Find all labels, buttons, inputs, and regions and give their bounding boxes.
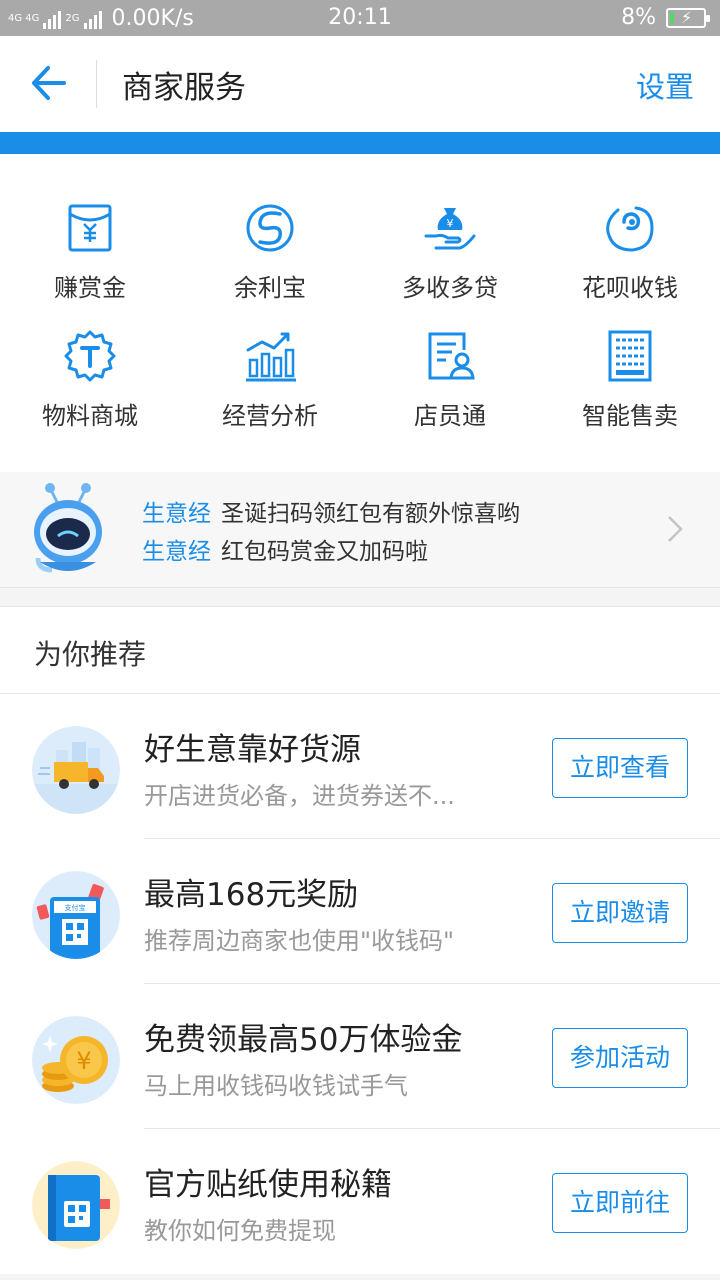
recommend-title: 为你推荐: [34, 638, 147, 671]
join-activity-button[interactable]: 参加活动: [552, 1028, 688, 1088]
item-title: 最高168元奖励: [144, 877, 359, 913]
news-banner[interactable]: 生意经 圣诞扫码领红包有额外惊喜哟 生意经 红包码赏金又加码啦: [0, 472, 720, 588]
service-label: 智能售卖: [582, 402, 678, 430]
banner-text: 红包码赏金又加码啦: [221, 539, 428, 565]
nav-divider: [96, 60, 97, 108]
service-item-duoshouduodai[interactable]: ¥ 多收多贷: [360, 200, 540, 303]
banner-tag: 生意经: [142, 539, 211, 565]
item-title: 好生意靠好货源: [144, 732, 361, 768]
service-label: 物料商城: [42, 402, 138, 430]
svg-text:¥: ¥: [76, 1047, 91, 1075]
banner-text: 圣诞扫码领红包有额外惊喜哟: [221, 501, 520, 527]
money-bag-hand-icon: ¥: [424, 208, 476, 250]
reward-envelope-icon: [68, 204, 112, 252]
guide-book-icon: [32, 1161, 120, 1249]
service-grid: 赚赏金 余利宝 ¥ 多收多贷 花呗收钱 物料商城 经营分析 店员通 智能售卖: [0, 154, 720, 472]
yulibao-icon: [246, 204, 294, 252]
t-badge-icon: [64, 330, 116, 382]
nav-bar: 商家服务 设置: [0, 36, 720, 132]
service-item-yulibao[interactable]: 余利宝: [180, 200, 360, 303]
chevron-right-icon: [668, 516, 683, 542]
item-subtitle: 教你如何免费提现: [144, 1217, 336, 1245]
list-item[interactable]: 支付宝 最高168元奖励 推荐周边商家也使用"收钱码" 立即邀请: [0, 839, 720, 984]
invite-now-button[interactable]: 立即邀请: [552, 883, 688, 943]
item-title: 官方贴纸使用秘籍: [144, 1167, 392, 1203]
item-subtitle: 开店进货必备，进货券送不...: [144, 782, 455, 810]
accent-strip: [0, 132, 720, 154]
page-title: 商家服务: [122, 70, 246, 106]
service-item-zhuanshangjin[interactable]: 赚赏金: [0, 200, 180, 303]
status-bar: 4G 4G 2G 0.00K/s 20:11 8% ⚡: [0, 0, 720, 36]
service-label: 赚赏金: [54, 274, 126, 302]
item-title: 免费领最高50万体验金: [144, 1022, 463, 1058]
service-label: 花呗收钱: [582, 274, 678, 302]
banner-tag: 生意经: [142, 501, 211, 527]
bar-chart-icon: [246, 332, 296, 382]
banner-line-2: 生意经 红包码赏金又加码啦: [142, 532, 428, 566]
service-label: 店员通: [414, 402, 486, 430]
service-label: 经营分析: [222, 402, 318, 430]
robot-mascot-icon: [34, 483, 102, 573]
battery-icon: ⚡: [666, 7, 710, 28]
clock: 20:11: [328, 5, 392, 30]
vending-machine-icon: [608, 330, 652, 382]
service-item-zhinengshoumai[interactable]: 智能售卖: [540, 328, 720, 431]
list-item[interactable]: ¥ 免费领最高50万体验金 马上用收钱码收钱试手气 参加活动: [0, 984, 720, 1129]
list-item[interactable]: 官方贴纸使用秘籍 教你如何免费提现 立即前往: [0, 1129, 720, 1274]
service-item-wuliaoshangcheng[interactable]: 物料商城: [0, 328, 180, 431]
svg-text:支付宝: 支付宝: [65, 903, 86, 912]
battery-percent: 8%: [621, 5, 656, 30]
gold-coins-icon: ¥: [32, 1016, 120, 1104]
service-label: 余利宝: [234, 274, 306, 302]
back-arrow-icon[interactable]: [28, 62, 70, 104]
recommend-header: 为你推荐: [0, 606, 720, 694]
qr-code-card-icon: 支付宝: [32, 871, 120, 959]
banner-line-1: 生意经 圣诞扫码领红包有额外惊喜哟: [142, 494, 520, 528]
huabei-icon: [606, 206, 654, 252]
service-item-jingyingfenxi[interactable]: 经营分析: [180, 328, 360, 431]
service-label: 多收多贷: [402, 274, 498, 302]
truck-icon: [32, 726, 120, 814]
recommend-list: 好生意靠好货源 开店进货必备，进货券送不... 立即查看 支付宝 最高168元奖…: [0, 694, 720, 1274]
staff-document-icon: [428, 332, 475, 380]
view-now-button[interactable]: 立即查看: [552, 738, 688, 798]
list-item[interactable]: 好生意靠好货源 开店进货必备，进货券送不... 立即查看: [0, 694, 720, 839]
service-item-huabeishouqian[interactable]: 花呗收钱: [540, 200, 720, 303]
go-now-button[interactable]: 立即前往: [552, 1173, 688, 1233]
item-subtitle: 推荐周边商家也使用"收钱码": [144, 927, 455, 955]
svg-text:¥: ¥: [447, 217, 454, 230]
status-right: 8% ⚡: [621, 5, 710, 30]
item-subtitle: 马上用收钱码收钱试手气: [144, 1072, 408, 1100]
service-item-dianyuantong[interactable]: 店员通: [360, 328, 540, 431]
settings-button[interactable]: 设置: [636, 64, 694, 106]
